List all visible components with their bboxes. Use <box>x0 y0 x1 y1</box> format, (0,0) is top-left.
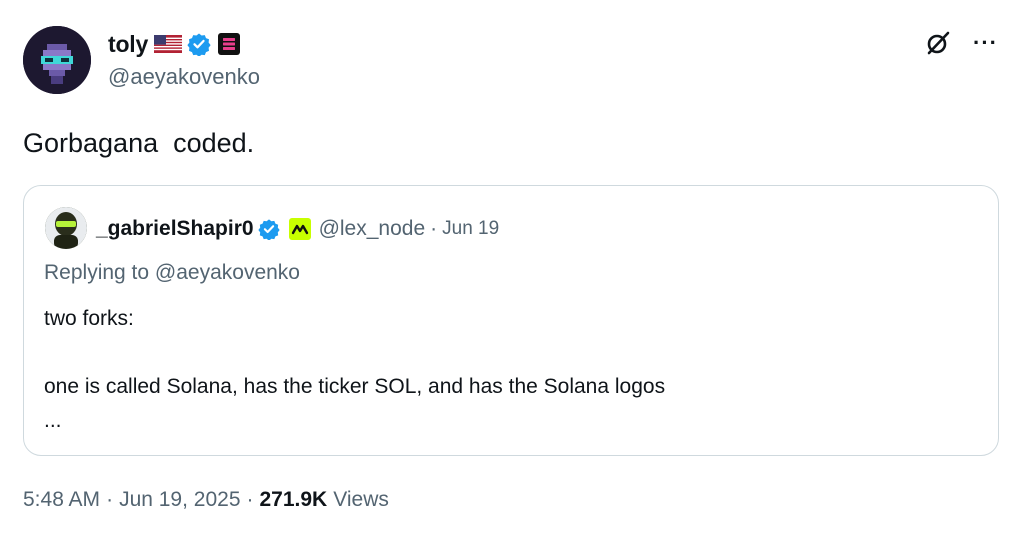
tweet-meta: 5:48 AM · Jun 19, 2025 · 271.9K Views <box>23 488 389 512</box>
verified-badge-icon[interactable] <box>187 32 211 57</box>
hooded-figure-avatar-icon <box>45 207 87 249</box>
replying-to-prefix: Replying to <box>44 261 155 284</box>
author-avatar[interactable] <box>23 26 91 94</box>
separator-dot: · <box>106 488 114 511</box>
quoted-tweet[interactable]: _gabrielShapir0 @lex_node · Jun 19 Reply… <box>23 185 999 456</box>
quoted-tweet-body: two forks: one is called Solana, has the… <box>44 302 665 438</box>
replying-to-line: Replying to @aeyakovenko <box>44 261 300 285</box>
replying-to-mention[interactable]: @aeyakovenko <box>155 261 300 284</box>
quoted-line: ... <box>44 409 62 432</box>
more-options-icon[interactable]: ··· <box>973 32 998 54</box>
quoted-handle[interactable]: @lex_node <box>319 217 426 241</box>
post-date[interactable]: Jun 19, 2025 <box>119 488 240 512</box>
pixel-avatar-icon <box>23 26 91 94</box>
grok-icon[interactable] <box>925 30 951 56</box>
author-handle[interactable]: @aeyakovenko <box>108 64 260 90</box>
quoted-line: two forks: <box>44 307 134 330</box>
tweet-text: Gorbagana coded. <box>23 128 255 158</box>
verified-badge-icon[interactable] <box>257 218 280 241</box>
quoted-author-avatar[interactable] <box>45 207 87 249</box>
quoted-line: one is called Solana, has the ticker SOL… <box>44 375 666 398</box>
tweet-header-actions: ··· <box>925 30 998 56</box>
views-label: Views <box>333 488 389 511</box>
separator-dot: · <box>430 217 438 240</box>
us-flag-icon <box>154 35 183 53</box>
quoted-header: _gabrielShapir0 @lex_node · Jun 19 <box>96 214 499 244</box>
post-time[interactable]: 5:48 AM <box>23 488 100 512</box>
quoted-date[interactable]: Jun 19 <box>442 218 499 240</box>
separator-dot: · <box>246 488 254 511</box>
author-display-name[interactable]: toly <box>108 31 148 58</box>
author-name-row: toly <box>108 29 241 59</box>
quoted-line <box>44 336 665 370</box>
solana-affiliate-badge-icon[interactable] <box>218 33 241 55</box>
affiliate-badge-icon[interactable] <box>288 218 311 240</box>
quoted-display-name[interactable]: _gabrielShapir0 <box>96 217 254 241</box>
tweet-card: toly @aeyakovenko ··· Gorbagana coded. _… <box>0 0 1024 536</box>
views-count: 271.9K <box>259 488 328 511</box>
